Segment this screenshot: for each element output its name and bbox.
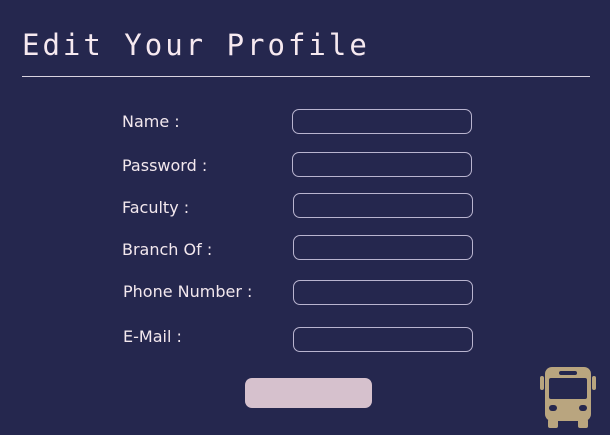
- name-label: Name :: [122, 112, 180, 131]
- submit-button[interactable]: [245, 378, 372, 408]
- page-title: Edit Your Profile: [22, 28, 370, 62]
- password-field[interactable]: [292, 152, 472, 177]
- email-field[interactable]: [293, 327, 473, 352]
- name-field[interactable]: [292, 109, 472, 134]
- phone-number-field[interactable]: [293, 280, 473, 305]
- faculty-label: Faculty :: [122, 198, 190, 217]
- bus-icon: [536, 365, 600, 429]
- phone-number-label: Phone Number :: [123, 282, 253, 301]
- branch-field[interactable]: [293, 235, 473, 260]
- password-label: Password :: [122, 156, 208, 175]
- faculty-field[interactable]: [293, 193, 473, 218]
- title-divider: [22, 76, 590, 77]
- email-label: E-Mail :: [123, 327, 182, 346]
- branch-label: Branch Of :: [122, 240, 213, 259]
